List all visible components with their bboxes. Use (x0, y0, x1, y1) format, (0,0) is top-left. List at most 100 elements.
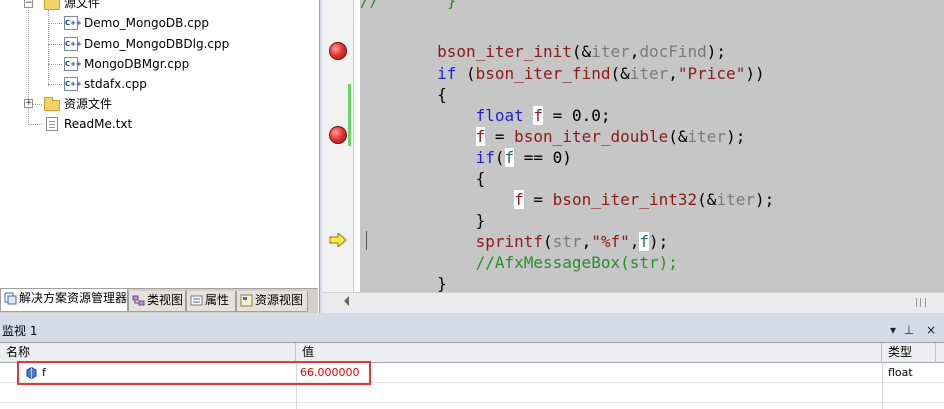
code-line[interactable]: // } (360, 0, 456, 11)
tree-item-label: ReadMe.txt (64, 117, 133, 131)
code-token: f (504, 148, 515, 167)
code-token: = 0.0; (543, 106, 611, 125)
tree-item-label: MongoDBMgr.cpp (84, 57, 190, 71)
code-token: str (552, 232, 582, 251)
tab-label: 解决方案资源管理器 (19, 291, 128, 305)
code-token: iter (687, 127, 727, 146)
code-line[interactable]: bson_iter_init(&iter,docFind); (360, 41, 726, 62)
pin-icon[interactable]: ⊥ (902, 323, 916, 337)
tree-guide-line (48, 84, 62, 85)
code-line[interactable]: //AfxMessageBox(str); (360, 252, 678, 273)
folder-icon (44, 97, 60, 111)
splitter-grip-icon[interactable] (916, 298, 926, 307)
horizontal-scrollbar[interactable] (322, 292, 944, 313)
caret (366, 231, 367, 250)
tree-guide-line (48, 23, 62, 24)
solution-explorer-panel: − 源文件 C++ Demo_MongoDB.cpp C++ Demo_Mong… (0, 0, 320, 313)
tab-class-view[interactable]: 类视图 (128, 291, 186, 312)
code-token: (& (697, 190, 717, 209)
code-line[interactable]: } (360, 273, 447, 292)
code-token: sprintf (475, 232, 544, 251)
watch-variable-value[interactable]: 66.000000 (300, 363, 360, 383)
code-line[interactable]: f = bson_iter_double(&iter); (360, 126, 745, 147)
code-text-area[interactable]: // } bson_iter_init(&iter,docFind); if (… (360, 0, 944, 292)
code-token: { (360, 85, 447, 104)
code-token: = (485, 127, 515, 146)
code-token: bson_iter_init (437, 42, 572, 61)
expand-expander[interactable]: + (24, 99, 33, 108)
indicator-margin[interactable] (322, 0, 354, 292)
tree-item-label: Demo_MongoDB.cpp (84, 16, 210, 30)
watch-row[interactable]: f 66.000000 float (0, 363, 944, 383)
code-token: f (533, 106, 544, 125)
code-token: { (360, 169, 486, 188)
code-line[interactable]: if (bson_iter_find(&iter,"Price")) (360, 63, 765, 84)
collapse-expander[interactable]: − (24, 0, 33, 8)
watch-title: 监视 1 (2, 324, 38, 338)
code-token: } (360, 274, 447, 292)
variable-icon (26, 367, 37, 379)
code-token: f (475, 127, 486, 146)
window-dropdown-icon[interactable]: ▾ (886, 323, 900, 337)
close-icon[interactable]: × (924, 323, 938, 337)
cpp-file-icon: C++ (64, 37, 82, 51)
column-header-name[interactable]: 名称 (0, 343, 296, 363)
breakpoint-icon[interactable] (329, 42, 347, 60)
column-header-type[interactable]: 类型 (882, 343, 936, 363)
code-token: //AfxMessageBox(str); (475, 253, 678, 272)
code-line[interactable]: float f = 0.0; (360, 105, 610, 126)
code-token: f (514, 190, 524, 209)
code-line[interactable]: f = bson_iter_int32(&iter); (360, 189, 774, 210)
watch-row-empty[interactable] (0, 383, 944, 403)
tree-guide-line (48, 64, 62, 65)
tree-guide-line (48, 44, 62, 45)
code-token: = (523, 190, 553, 209)
code-token: , (629, 42, 640, 61)
code-line[interactable]: { (360, 168, 486, 189)
code-token: , (581, 232, 592, 251)
column-separator (882, 363, 883, 409)
folder-open-icon (44, 0, 60, 10)
tree-item-label: Demo_MongoDBDlg.cpp (84, 37, 230, 51)
code-token: bson_iter_int32 (552, 190, 698, 209)
code-line[interactable]: if(f == 0) (360, 147, 572, 168)
code-line[interactable]: sprintf(str,"%f",f); (360, 231, 668, 252)
tab-resource-view[interactable]: 资源视图 (236, 291, 308, 312)
tree-item-label: 源文件 (64, 0, 101, 10)
tab-properties[interactable]: 属性 (186, 291, 236, 312)
column-header-value[interactable]: 值 (296, 343, 882, 363)
scroll-left-arrow-icon[interactable] (344, 296, 349, 306)
panel-tab-strip: 解决方案资源管理器 类视图 属性 资源视图 (0, 288, 318, 313)
tree-guide-line (28, 124, 42, 125)
code-token: "%f" (591, 232, 630, 251)
code-token: "Price" (677, 64, 746, 83)
code-line[interactable]: } (360, 210, 486, 231)
breakpoint-icon[interactable] (329, 126, 347, 144)
watch-variable-name[interactable]: f (42, 363, 46, 383)
class-view-icon (132, 295, 145, 306)
code-token: ); (706, 42, 727, 61)
tab-solution-explorer[interactable]: 解决方案资源管理器 (0, 289, 128, 312)
code-editor: // } bson_iter_init(&iter,docFind); if (… (322, 0, 944, 313)
watch-grid-header: 名称 值 类型 (0, 343, 944, 363)
code-token: , (668, 64, 678, 83)
code-token: f (639, 232, 650, 251)
code-token: iter (716, 190, 755, 209)
tab-label: 资源视图 (255, 293, 304, 307)
tree-item-label: stdafx.cpp (84, 77, 147, 91)
code-line[interactable]: { (360, 84, 447, 105)
code-token: (& (610, 64, 630, 83)
watch-window: 监视 1 ▾ ⊥ × 名称 值 类型 f 66.000000 float (0, 318, 944, 409)
solution-tree: − 源文件 C++ Demo_MongoDB.cpp C++ Demo_Mong… (0, 0, 318, 288)
code-token: (& (668, 127, 688, 146)
code-token: , (629, 232, 640, 251)
code-token: if (475, 148, 495, 167)
